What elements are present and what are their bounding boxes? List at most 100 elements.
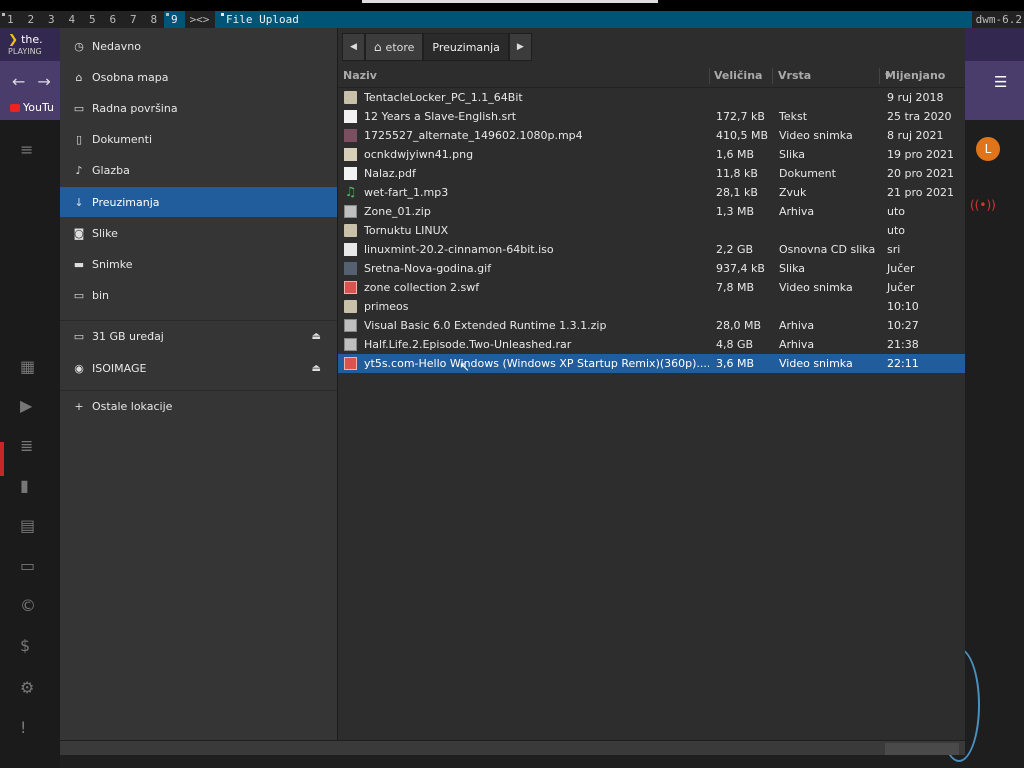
sidebar-item-label: Radna površina	[92, 101, 178, 115]
video-file-icon	[344, 129, 357, 142]
comments-icon[interactable]: ▤	[20, 516, 35, 535]
file-row[interactable]: primeos 10:10	[338, 297, 965, 316]
copyright-icon[interactable]: ©	[20, 596, 36, 615]
column-modified-label: Mijenjano	[885, 69, 946, 82]
file-name: zone collection 2.swf	[364, 281, 480, 294]
file-row[interactable]: yt5s.com-Hello Windows (Windows XP Start…	[338, 354, 965, 373]
dwm-tag-2[interactable]: 2	[20, 11, 41, 28]
sidebar-item[interactable]: ▭ bin	[60, 281, 337, 311]
file-row[interactable]: Half.Life.2.Episode.Two-Unleashed.rar 4,8…	[338, 335, 965, 354]
camera-icon: ◙	[73, 226, 85, 240]
menu-icon[interactable]: ☰	[994, 73, 1007, 91]
browser-nav-arrows[interactable]: ←→	[12, 72, 63, 91]
sidebar-item[interactable]: ▭ Radna površina	[60, 93, 337, 123]
path-current-button[interactable]: Preuzimanja	[423, 33, 509, 61]
file-row[interactable]: linuxmint-20.2-cinnamon-64bit.iso 2,2 GB O…	[338, 240, 965, 259]
monetization-icon[interactable]: $	[20, 636, 30, 655]
dwm-status-text: dwm-6.2	[972, 11, 1024, 28]
file-upload-dialog: ◷ Nedavno ⌂ Osobna mapa ▭ Radna površina ▯ Doku…	[60, 28, 965, 755]
disc-image-icon	[344, 243, 357, 256]
audio-file-icon: ♫	[344, 185, 357, 200]
path-forward-button[interactable]: ▶	[508, 33, 532, 61]
dwm-window-title: File Upload	[220, 11, 299, 28]
open-button[interactable]	[885, 743, 959, 755]
sidebar-item[interactable]: ▯ Dokumenti	[60, 125, 337, 155]
eject-icon[interactable]: ⏏	[312, 363, 321, 374]
file-row[interactable]: Visual Basic 6.0 Extended Runtime 1.3.1.…	[338, 316, 965, 335]
settings-icon[interactable]: ⚙	[20, 678, 34, 697]
image-file-icon	[344, 262, 357, 275]
play-icon: ❯	[8, 32, 19, 46]
file-name: linuxmint-20.2-cinnamon-64bit.iso	[364, 243, 554, 256]
column-type[interactable]: Vrsta	[778, 65, 811, 87]
subtitles-icon[interactable]: ▭	[20, 556, 35, 575]
add-icon: +	[74, 399, 84, 413]
dwm-status-bar: 1 2 3 4 5 6 7 8 9 ><> File Upload dwm-6.2	[0, 11, 1024, 28]
analytics-icon[interactable]: ▮	[20, 476, 29, 495]
folder-icon	[344, 91, 357, 104]
eject-icon[interactable]: ⏏	[312, 331, 321, 342]
top-edge-strip	[362, 0, 658, 3]
file-modified: 8 ruj 2021	[887, 129, 944, 142]
file-row[interactable]: Nalaz.pdf 11,8 kB Dokument 20 pro 2021	[338, 164, 965, 183]
chevron-right-icon: ▶	[516, 42, 524, 52]
file-row[interactable]: ocnkdwjyiwn41.png 1,6 MB Slika 19 pro 2021	[338, 145, 965, 164]
file-row[interactable]: Zone_01.zip 1,3 MB Arhiva uto	[338, 202, 965, 221]
dashboard-icon[interactable]: ▦	[20, 357, 35, 376]
sidebar-item[interactable]: ▬ Snimke	[60, 249, 337, 279]
dwm-tag-5[interactable]: 5	[82, 11, 103, 28]
path-home-button[interactable]: ⌂ etore	[364, 33, 424, 61]
file-name: wet-fart_1.mp3	[364, 186, 449, 199]
sidebar-item[interactable]: ↓ Preuzimanja	[60, 187, 337, 217]
sidebar-item[interactable]: ♪ Glazba	[60, 156, 337, 186]
active-indicator	[0, 442, 4, 476]
dwm-tag-8[interactable]: 8	[143, 11, 164, 28]
file-size: 2,2 GB	[716, 243, 754, 256]
file-row[interactable]: 12 Years a Slave-English.srt 172,7 kB Teks…	[338, 107, 965, 126]
document-icon	[344, 167, 357, 180]
sidebar-item[interactable]: ◷ Nedavno	[60, 31, 337, 61]
file-row[interactable]: Sretna-Nova-godina.gif 937,4 kB Slika Jučer	[338, 259, 965, 278]
file-name: Sretna-Nova-godina.gif	[364, 262, 492, 275]
sidebar-item[interactable]: ◙ Slike	[60, 218, 337, 248]
playlist-icon[interactable]: ≣	[20, 436, 33, 455]
file-row[interactable]: ♫ wet-fart_1.mp3 28,1 kB Zvuk 21 pro 2021	[338, 183, 965, 202]
file-row[interactable]: Tornuktu LINUX uto	[338, 221, 965, 240]
path-back-button[interactable]: ◀	[342, 33, 365, 61]
file-modified: 10:10	[887, 300, 919, 313]
hamburger-icon[interactable]: ≡	[20, 140, 33, 159]
youtube-sidebar: ≡ ▦ ▶ ≣ ▮ ▤ ▭ © $ ⚙ !	[0, 120, 60, 768]
sidebar-item[interactable]: ◉ ISOIMAGE ⏏	[60, 353, 337, 383]
browser-tab-youtube[interactable]: YouTu	[10, 101, 54, 114]
file-row[interactable]: TentacleLocker_PC_1.1_64Bit 9 ruj 2018	[338, 88, 965, 107]
dwm-tag-4[interactable]: 4	[61, 11, 82, 28]
sidebar-item[interactable]: ▭ 31 GB uređaj ⏏	[60, 321, 337, 351]
file-name: Nalaz.pdf	[364, 167, 416, 180]
dwm-tag-1[interactable]: 1	[0, 11, 21, 28]
column-size[interactable]: Veličina	[714, 65, 762, 87]
file-name: Tornuktu LINUX	[364, 224, 449, 237]
home-icon: ⌂	[373, 40, 382, 54]
dwm-tag-7[interactable]: 7	[123, 11, 144, 28]
dialog-action-bar	[60, 740, 965, 755]
file-row[interactable]: 1725527_alternate_149602.1080p.mp4 410,5 …	[338, 126, 965, 145]
path-bar: ◀ ⌂ etore Preuzimanja ▶	[342, 33, 532, 61]
video-library-icon[interactable]: ▶	[20, 396, 32, 415]
file-row[interactable]: zone collection 2.swf 7,8 MB Video snimka J…	[338, 278, 965, 297]
sidebar-item[interactable]: ⌂ Osobna mapa	[60, 62, 337, 92]
sidebar-item-label: bin	[92, 289, 110, 303]
file-modified: Jučer	[887, 281, 915, 294]
avatar[interactable]: L	[976, 137, 1000, 161]
dwm-tag-6[interactable]: 6	[102, 11, 123, 28]
feedback-icon[interactable]: !	[20, 718, 26, 737]
dwm-tag-3[interactable]: 3	[41, 11, 62, 28]
file-size: 7,8 MB	[716, 281, 755, 294]
file-name: primeos	[364, 300, 409, 313]
dwm-layout-symbol[interactable]: ><>	[184, 11, 215, 28]
file-size: 937,4 kB	[716, 262, 765, 275]
file-modified: Jučer	[887, 262, 915, 275]
dwm-tag-9[interactable]: 9	[164, 11, 185, 28]
sidebar-item[interactable]: + Ostale lokacije	[60, 391, 337, 421]
column-name[interactable]: Naziv	[343, 65, 377, 87]
live-icon[interactable]: ((•))	[970, 198, 996, 212]
